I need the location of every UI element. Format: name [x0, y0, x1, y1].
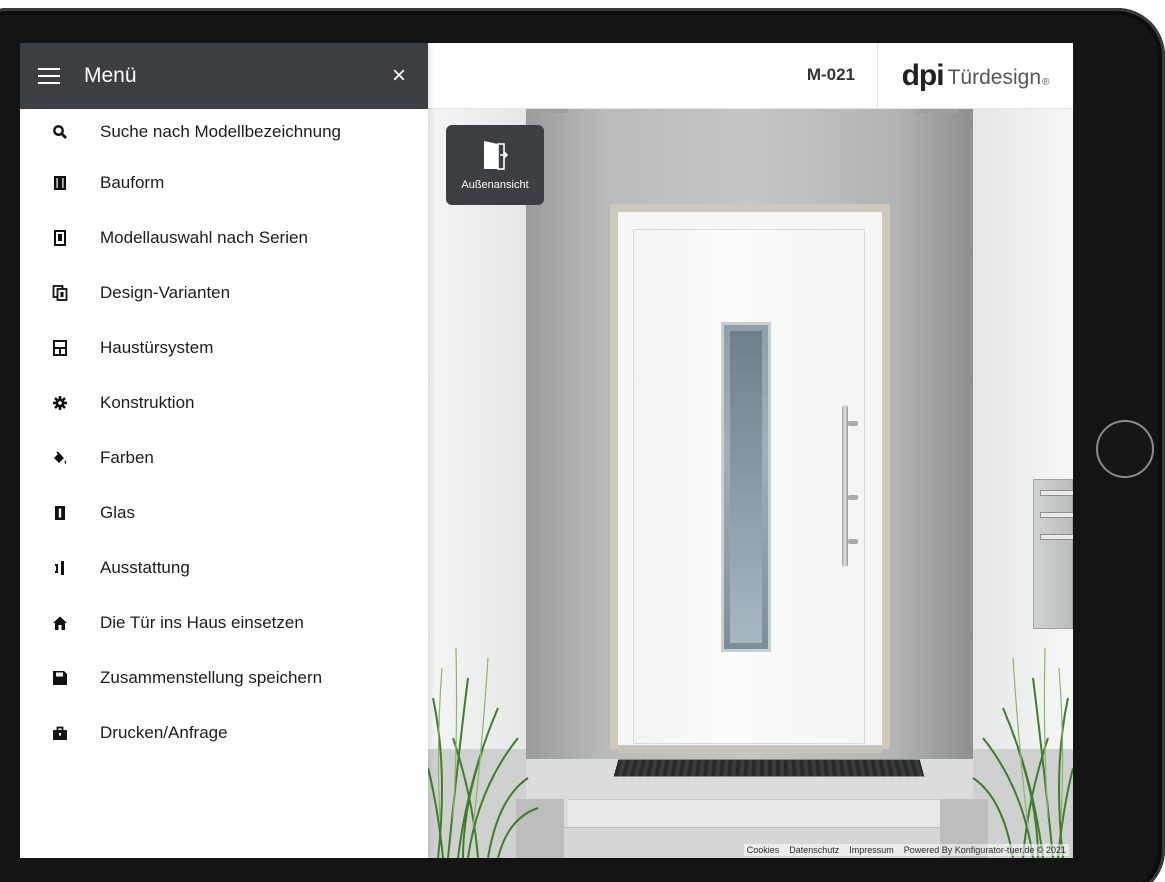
door-mat — [613, 759, 925, 777]
hamburger-icon[interactable] — [38, 68, 60, 84]
door-handle-icon — [50, 558, 70, 578]
side-menu: Menü × Suche nach Modellbezeichnung Bauf… — [20, 43, 428, 858]
briefcase-icon — [50, 723, 70, 743]
menu-item-construction[interactable]: Konstruktion — [20, 375, 428, 430]
menu-item-save[interactable]: Zusammenstellung speichern — [20, 650, 428, 705]
canopy-rod-right — [918, 109, 958, 113]
footer-link-imprint[interactable]: Impressum — [849, 845, 894, 855]
house-icon — [50, 613, 70, 633]
grass-plant-left — [428, 647, 539, 858]
app-screen: Cookies Datenschutz Impressum Powered By… — [20, 43, 1073, 858]
view-toggle-label: Außenansicht — [461, 179, 529, 191]
door-series-icon — [50, 228, 70, 248]
brand-dpi: dpi — [901, 59, 945, 92]
grass-plant-right — [972, 647, 1073, 858]
menu-item-search[interactable]: Suche nach Modellbezeichnung — [20, 109, 428, 155]
brand-logo[interactable]: dpi Türdesign ® — [877, 43, 1073, 109]
menu-list: Suche nach Modellbezeichnung Bauform Mod… — [20, 109, 428, 760]
menu-item-door-system[interactable]: Haustürsystem — [20, 320, 428, 375]
canopy-rod-left — [528, 109, 568, 113]
paint-bucket-icon — [50, 448, 70, 468]
menu-item-bauform[interactable]: Bauform — [20, 155, 428, 210]
search-icon — [50, 122, 70, 142]
gear-icon — [50, 393, 70, 413]
door-handle-mount — [848, 495, 858, 500]
door-handle-mount — [848, 421, 858, 426]
glass-panel-icon — [50, 503, 70, 523]
door-form-icon — [50, 173, 70, 193]
door-preview-scene: Cookies Datenschutz Impressum Powered By… — [428, 109, 1073, 858]
menu-item-design-variants[interactable]: Design-Varianten — [20, 265, 428, 320]
save-icon — [50, 668, 70, 688]
door-system-icon — [50, 338, 70, 358]
home-button[interactable] — [1096, 420, 1154, 478]
menu-item-house[interactable]: Die Tür ins Haus einsetzen — [20, 595, 428, 650]
brand-mark: ® — [1042, 76, 1050, 88]
menu-item-series[interactable]: Modellauswahl nach Serien — [20, 210, 428, 265]
footer-link-privacy[interactable]: Datenschutz — [789, 845, 839, 855]
menu-title: Menü — [84, 64, 137, 87]
top-bar: M-021 dpi Türdesign ® — [428, 43, 1073, 109]
door-threshold — [618, 745, 882, 753]
menu-item-print-request[interactable]: Drucken/Anfrage — [20, 705, 428, 760]
porch-step — [568, 799, 948, 827]
model-code: M-021 — [806, 65, 855, 84]
menu-header: Menü × — [20, 43, 428, 109]
door-exit-icon — [484, 141, 509, 170]
door-glass-strip — [721, 322, 771, 652]
close-icon[interactable]: × — [392, 64, 406, 88]
door-handle-mount — [848, 539, 858, 544]
copy-variants-icon — [50, 283, 70, 303]
brand-name: Türdesign — [947, 66, 1041, 89]
mailbox — [1033, 479, 1073, 629]
view-toggle-button[interactable]: Außenansicht — [446, 125, 544, 205]
door-handle-bar — [842, 405, 848, 567]
menu-item-equipment[interactable]: Ausstattung — [20, 540, 428, 595]
menu-item-glass[interactable]: Glas — [20, 485, 428, 540]
menu-item-colors[interactable]: Farben — [20, 430, 428, 485]
footer-links: Cookies Datenschutz Impressum Powered By… — [743, 844, 1069, 856]
footer-link-cookies[interactable]: Cookies — [747, 845, 780, 855]
footer-powered-by[interactable]: Powered By Konfigurator-tuer.de © 2021 — [904, 845, 1066, 855]
